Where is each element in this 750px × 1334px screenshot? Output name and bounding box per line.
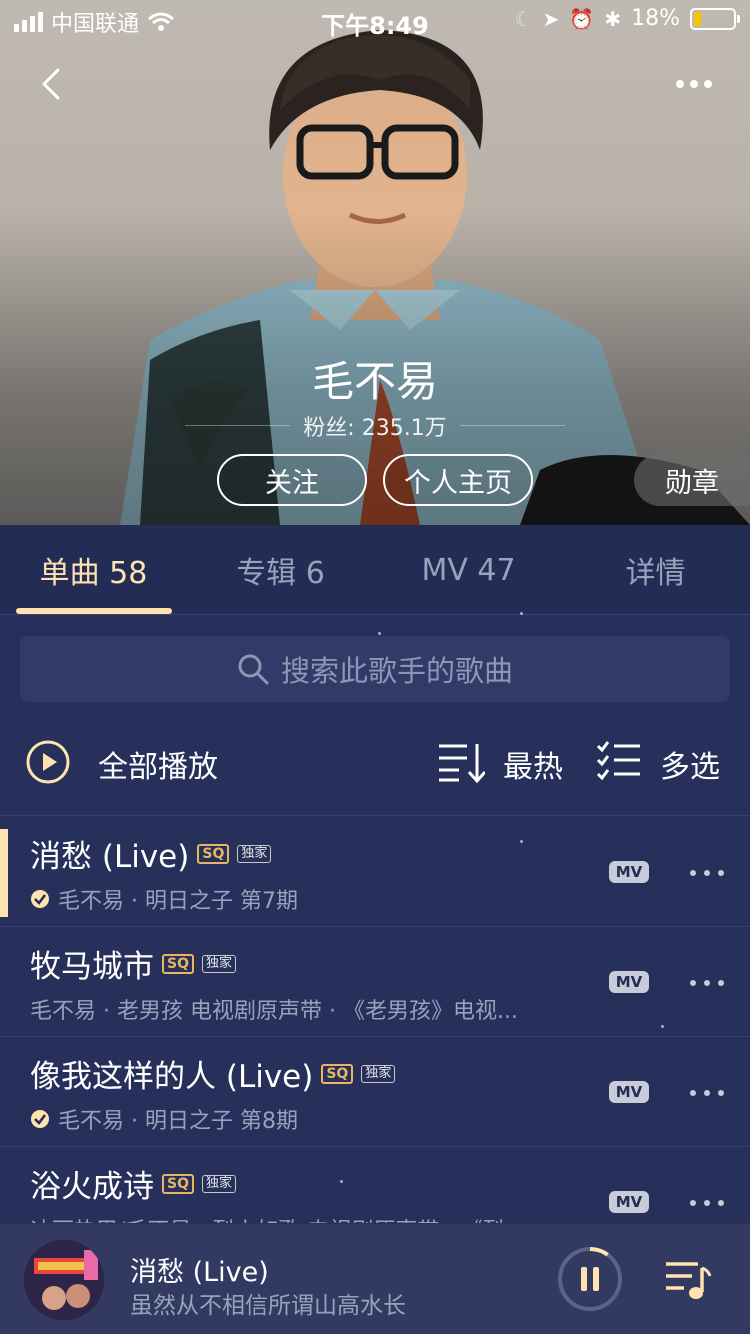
song-title: 浴火成诗 bbox=[30, 1169, 154, 1205]
song-title: 像我这样的人 (Live) bbox=[30, 1059, 314, 1095]
artist-name: 毛不易 bbox=[311, 357, 438, 406]
album-cover[interactable] bbox=[24, 1240, 104, 1320]
tab-albums[interactable]: 专辑 6 bbox=[187, 525, 374, 615]
song-row[interactable]: 像我这样的人 (Live) SQ 独家 毛不易 · 明日之子 第8期 MV bbox=[0, 1037, 750, 1147]
now-playing-title: 消愁 (Live) bbox=[130, 1257, 269, 1288]
now-playing-indicator bbox=[0, 829, 8, 917]
more-icon[interactable] bbox=[676, 72, 720, 96]
song-subtitle: 毛不易 · 老男孩 电视剧原声带 · 《老男孩》电视... bbox=[30, 999, 518, 1024]
exclusive-badge: 独家 bbox=[201, 954, 236, 973]
fans-count: 粉丝: 235.1万 bbox=[303, 416, 447, 441]
multi-select-icon[interactable] bbox=[596, 740, 642, 784]
sparkle bbox=[378, 632, 381, 635]
action-row: 全部播放 最热 多选 bbox=[0, 712, 750, 816]
exclusive-badge: 独家 bbox=[201, 1174, 236, 1193]
song-more-icon[interactable] bbox=[690, 1090, 724, 1096]
song-more-icon[interactable] bbox=[690, 870, 724, 876]
battery-percent: 18% bbox=[631, 6, 680, 31]
battery-icon bbox=[690, 7, 740, 30]
location-icon: ➤ bbox=[542, 6, 560, 31]
sq-badge: SQ bbox=[321, 1063, 354, 1084]
sq-badge: SQ bbox=[197, 843, 230, 864]
artist-header bbox=[0, 0, 750, 525]
verified-check-icon bbox=[31, 890, 49, 908]
song-title: 消愁 (Live) bbox=[30, 839, 190, 875]
alarm-icon: ⏰ bbox=[569, 6, 595, 31]
playlist-icon[interactable] bbox=[664, 1258, 712, 1302]
play-circle-icon[interactable] bbox=[25, 739, 71, 785]
song-row[interactable]: 牧马城市 SQ 独家 毛不易 · 老男孩 电视剧原声带 · 《老男孩》电视...… bbox=[0, 927, 750, 1037]
song-row[interactable]: 消愁 (Live) SQ 独家 毛不易 · 明日之子 第7期 MV bbox=[0, 817, 750, 927]
moon-icon: ☾ bbox=[514, 6, 533, 31]
mv-button[interactable]: MV bbox=[609, 971, 649, 993]
bluetooth-icon: ✱ bbox=[604, 6, 622, 31]
pause-icon[interactable] bbox=[557, 1246, 623, 1312]
tab-details[interactable]: 详情 bbox=[562, 525, 749, 615]
tab-mv[interactable]: MV 47 bbox=[375, 525, 562, 615]
sparkle bbox=[340, 1180, 343, 1183]
song-subtitle: 毛不易 · 明日之子 第8期 bbox=[58, 1109, 298, 1134]
search-placeholder: 搜索此歌手的歌曲 bbox=[280, 654, 513, 688]
sparkle bbox=[520, 612, 523, 615]
song-subtitle: 毛不易 · 明日之子 第7期 bbox=[58, 889, 298, 914]
divider bbox=[460, 425, 565, 426]
search-icon bbox=[238, 654, 269, 685]
back-icon[interactable] bbox=[34, 66, 70, 102]
status-bar: 中国联通 下午8:49 ☾ ➤ ⏰ ✱ 18% bbox=[0, 0, 750, 40]
tab-songs[interactable]: 单曲 58 bbox=[0, 525, 187, 615]
follow-button[interactable]: 关注 bbox=[217, 454, 367, 506]
exclusive-badge: 独家 bbox=[361, 1064, 396, 1083]
sort-hot-button[interactable]: 最热 bbox=[503, 742, 563, 786]
sort-icon[interactable] bbox=[437, 740, 485, 784]
sparkle bbox=[520, 840, 523, 843]
mv-button[interactable]: MV bbox=[609, 1191, 649, 1213]
hero-gradient bbox=[0, 0, 750, 525]
exclusive-badge: 独家 bbox=[237, 844, 272, 863]
mv-button[interactable]: MV bbox=[609, 1081, 649, 1103]
multi-select-button[interactable]: 多选 bbox=[660, 742, 720, 786]
profile-button[interactable]: 个人主页 bbox=[383, 454, 533, 506]
search-input[interactable]: 搜索此歌手的歌曲 bbox=[20, 636, 730, 702]
now-playing-lyric: 虽然从不相信所谓山高水长 bbox=[130, 1293, 406, 1319]
medal-button[interactable]: 勋章 bbox=[634, 454, 750, 506]
sq-badge: SQ bbox=[162, 1173, 194, 1194]
tab-bar: 单曲 58 专辑 6 MV 47 详情 bbox=[0, 525, 750, 615]
sq-badge: SQ bbox=[162, 953, 194, 974]
song-more-icon[interactable] bbox=[690, 980, 724, 986]
play-all-button[interactable]: 全部播放 bbox=[98, 742, 218, 786]
song-title: 牧马城市 bbox=[30, 949, 154, 985]
verified-check-icon bbox=[31, 1110, 49, 1128]
sparkle bbox=[661, 1025, 664, 1028]
tab-indicator bbox=[16, 608, 172, 614]
mini-player[interactable]: 消愁 (Live) 虽然从不相信所谓山高水长 bbox=[0, 1223, 750, 1334]
song-more-icon[interactable] bbox=[690, 1200, 724, 1206]
mv-button[interactable]: MV bbox=[609, 861, 649, 883]
